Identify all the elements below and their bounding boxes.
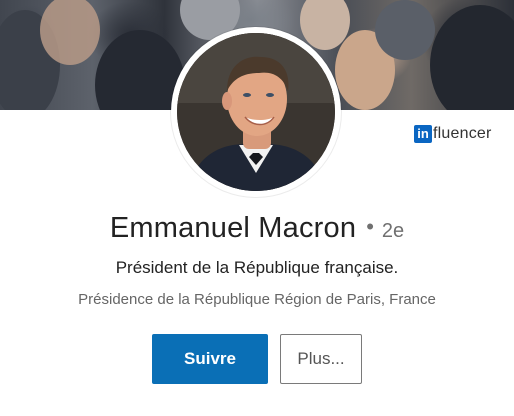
portrait-illustration [177,33,335,191]
linkedin-influencer-icon: in [414,125,432,143]
connection-degree: 2e [381,220,405,242]
crowd-figure [430,5,514,110]
crowd-figure [375,0,435,60]
follow-button[interactable]: Suivre [152,334,268,384]
profile-card: in fluencer Emmanuel Macron • 2e Président… [0,0,514,416]
more-button[interactable]: Plus... [280,334,362,384]
crowd-figure [40,0,100,65]
separator-bullet: • [366,214,374,239]
avatar [177,33,335,191]
action-buttons: Suivre Plus... [0,334,514,384]
profile-photo-frame[interactable] [171,27,341,197]
profile-location: Présidence de la République Région de Pa… [78,291,436,308]
name-row: Emmanuel Macron • 2e [0,212,514,245]
influencer-label: fluencer [433,125,492,142]
profile-headline: Président de la République française. [115,258,399,277]
profile-name: Emmanuel Macron [109,212,357,244]
influencer-badge[interactable]: in fluencer [414,124,492,144]
